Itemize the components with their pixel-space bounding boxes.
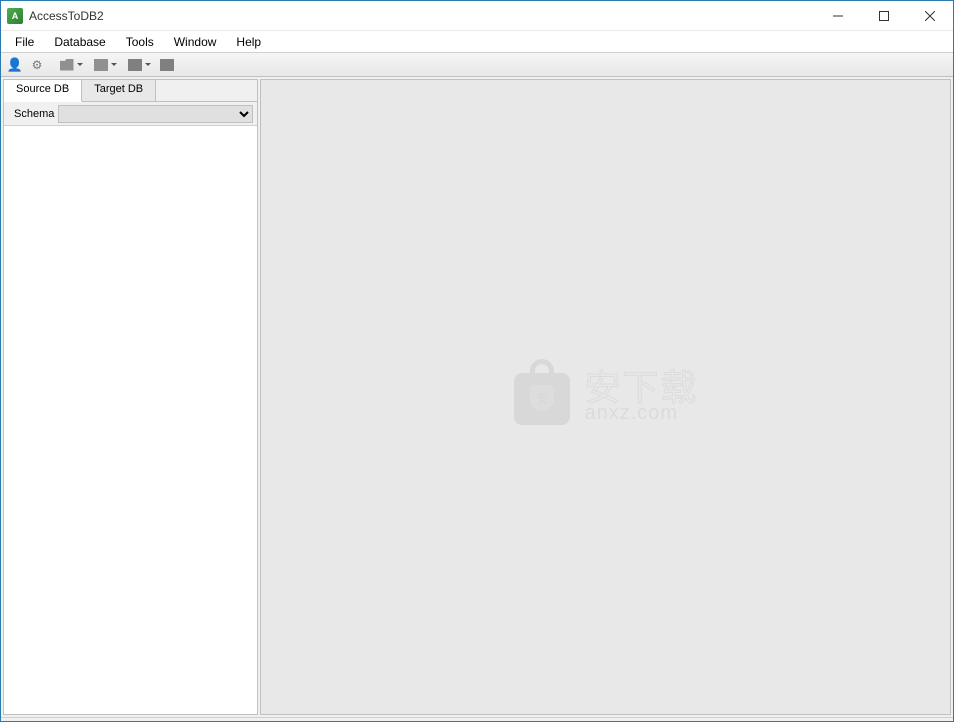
tab-target-db[interactable]: Target DB	[82, 80, 156, 101]
toolbar: 👤 ⚙	[1, 53, 953, 77]
app-title: AccessToDB2	[29, 9, 815, 23]
config-icon: ⚙	[32, 58, 43, 72]
export-icon	[94, 59, 108, 71]
watermark-en: anxz.com	[584, 402, 698, 425]
toolbar-task-dropdown[interactable]	[123, 55, 155, 75]
user-icon: 👤	[7, 57, 23, 73]
toolbar-import-dropdown[interactable]	[55, 55, 87, 75]
schema-label: Schema	[8, 108, 54, 120]
run-icon	[160, 59, 174, 71]
maximize-button[interactable]	[861, 1, 907, 30]
titlebar: A AccessToDB2	[1, 1, 953, 31]
window-controls	[815, 1, 953, 30]
menubar: File Database Tools Window Help	[1, 31, 953, 53]
watermark-cn: 安下载	[584, 370, 698, 406]
tab-source-db[interactable]: Source DB	[4, 80, 82, 102]
toolbar-export-dropdown[interactable]	[89, 55, 121, 75]
menu-tools[interactable]: Tools	[116, 33, 164, 51]
minimize-button[interactable]	[815, 1, 861, 30]
db-tabs: Source DB Target DB	[4, 80, 257, 102]
menu-window[interactable]: Window	[164, 33, 227, 51]
schema-tree[interactable]	[4, 126, 257, 714]
chevron-down-icon	[111, 63, 117, 66]
watermark-text: 安下载 anxz.com	[584, 370, 698, 425]
menu-database[interactable]: Database	[44, 33, 115, 51]
chevron-down-icon	[145, 63, 151, 66]
left-panel: Source DB Target DB Schema	[3, 79, 258, 715]
toolbar-user-button[interactable]: 👤	[5, 55, 25, 75]
menu-file[interactable]: File	[5, 33, 44, 51]
chevron-down-icon	[77, 63, 83, 66]
watermark: 安 安下载 anxz.com	[512, 367, 698, 427]
watermark-bag-icon: 安	[512, 367, 572, 427]
toolbar-config-button[interactable]: ⚙	[27, 55, 47, 75]
main-area: Source DB Target DB Schema 安 安下载 anxz.co…	[1, 77, 953, 717]
statusbar	[1, 717, 953, 721]
content-area: 安 安下载 anxz.com	[260, 79, 951, 715]
task-icon	[128, 59, 142, 71]
app-icon: A	[7, 8, 23, 24]
close-button[interactable]	[907, 1, 953, 30]
schema-row: Schema	[4, 102, 257, 126]
toolbar-run-button[interactable]	[157, 55, 177, 75]
schema-select[interactable]	[58, 105, 253, 123]
folder-icon	[60, 59, 74, 71]
menu-help[interactable]: Help	[226, 33, 271, 51]
